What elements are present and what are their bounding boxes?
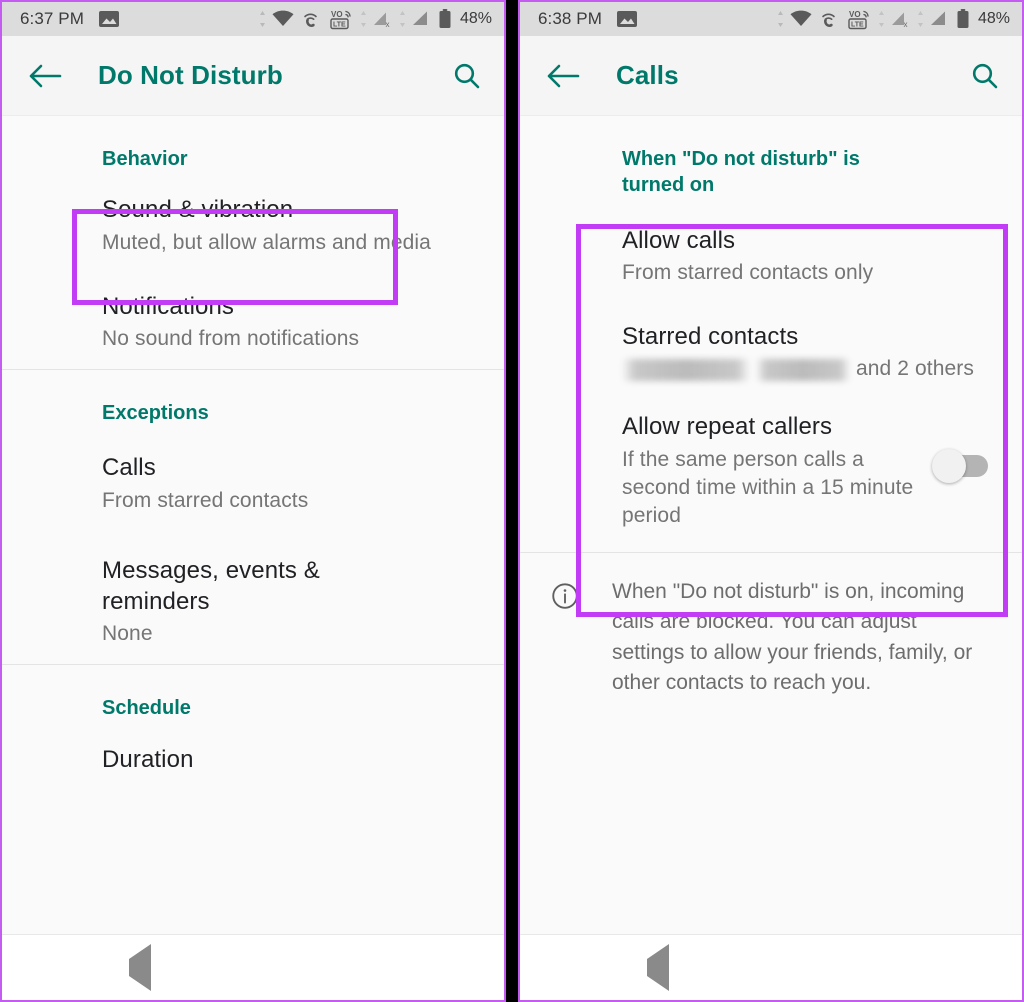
data-transfer-arrows-icon-3 — [399, 9, 406, 29]
row-title: Notifications — [102, 292, 235, 320]
status-bar: 6:38 PM VO LTE x 48% — [520, 2, 1022, 36]
app-bar: Calls — [520, 36, 1022, 116]
system-nav-bar — [520, 934, 1022, 1000]
signal-bars-icon — [929, 9, 951, 29]
toggle-thumb — [932, 449, 966, 484]
page-title: Calls — [616, 60, 679, 90]
status-time: 6:37 PM — [20, 9, 85, 28]
row-title: Calls — [102, 454, 156, 482]
row-title: Sound & vibration — [102, 196, 294, 224]
battery-icon — [438, 8, 452, 30]
data-transfer-arrows-icon — [259, 9, 266, 29]
section-header-exceptions: Exceptions — [102, 402, 209, 425]
volte-icon: VO LTE — [847, 8, 873, 30]
row-subtitle: Muted, but allow alarms and media — [102, 230, 431, 254]
data-transfer-arrows-icon-2 — [878, 9, 885, 29]
battery-percent: 48% — [459, 10, 492, 27]
system-nav-bar — [2, 934, 504, 1000]
row-subtitle: From starred contacts — [102, 488, 309, 512]
data-transfer-arrows-icon-3 — [917, 9, 924, 29]
row-subtitle-suffix: and 2 others — [856, 357, 974, 381]
data-transfer-arrows-icon-2 — [360, 9, 367, 29]
volte-icon: VO LTE — [329, 8, 355, 30]
signal-no-sim-icon: x — [372, 9, 394, 29]
row-messages-events-reminders[interactable]: Messages, events & reminders None — [2, 537, 504, 665]
status-system-icons: VO LTE x 48% — [259, 8, 492, 30]
row-notifications[interactable]: Notifications No sound from notification… — [2, 273, 504, 369]
row-title: Messages, events & reminders — [102, 556, 320, 615]
status-system-icons: VO LTE x 48% — [777, 8, 1010, 30]
info-icon — [550, 581, 580, 699]
row-title: Allow repeat callers — [622, 413, 833, 441]
row-subtitle: No sound from notifications — [102, 326, 360, 350]
screenshot-stage: 6:37 PM VO LTE x 48% Do Not Disturb Beha… — [0, 0, 1024, 1002]
wifi-icon — [789, 9, 813, 29]
app-bar: Do Not Disturb — [2, 36, 504, 116]
arrow-back-icon[interactable] — [546, 62, 580, 90]
allow-repeat-callers-toggle[interactable] — [932, 449, 988, 484]
phone-screen-calls: 6:38 PM VO LTE x 48% Calls When "Do not … — [518, 0, 1024, 1002]
search-icon[interactable] — [970, 61, 1000, 91]
row-title: Duration — [102, 745, 194, 773]
redacted-contact-name-1 — [622, 358, 750, 381]
row-starred-contacts[interactable]: Starred contacts and 2 others — [520, 305, 1022, 397]
svg-text:x: x — [385, 20, 389, 29]
wifi-calling-icon — [300, 9, 324, 29]
status-time: 6:38 PM — [538, 9, 603, 28]
wifi-icon — [271, 9, 295, 29]
info-text: When "Do not disturb" is on, incoming ca… — [612, 579, 973, 695]
calls-settings-list[interactable]: When "Do not disturb" is turned on Allow… — [520, 116, 1022, 934]
row-subtitle-redacted: and 2 others — [622, 355, 988, 383]
row-title: Starred contacts — [622, 323, 799, 351]
status-notification-icons — [98, 10, 120, 28]
row-sound-and-vibration[interactable]: Sound & vibration Muted, but allow alarm… — [2, 176, 504, 272]
search-icon[interactable] — [452, 61, 482, 91]
battery-icon — [956, 8, 970, 30]
row-calls[interactable]: Calls From starred contacts — [2, 430, 504, 536]
data-transfer-arrows-icon — [777, 9, 784, 29]
svg-text:VO: VO — [331, 10, 343, 19]
section-behavior: Behavior Sound & vibration Muted, but al… — [2, 116, 504, 369]
row-allow-calls[interactable]: Allow calls From starred contacts only — [520, 203, 1022, 305]
row-subtitle: From starred contacts only — [622, 260, 874, 284]
status-bar: 6:37 PM VO LTE x 48% — [2, 2, 504, 36]
section-header-when-dnd-on: When "Do not disturb" is turned on — [622, 148, 860, 197]
redacted-contact-name-2 — [756, 358, 850, 381]
section-schedule: Schedule Duration — [2, 665, 504, 791]
svg-text:VO: VO — [849, 10, 861, 19]
signal-no-sim-icon: x — [890, 9, 912, 29]
row-allow-repeat-callers[interactable]: Allow repeat callers If the same person … — [520, 397, 1022, 552]
phone-screen-do-not-disturb: 6:37 PM VO LTE x 48% Do Not Disturb Beha… — [0, 0, 506, 1002]
arrow-back-icon[interactable] — [28, 62, 62, 90]
image-icon — [98, 10, 120, 28]
section-header-schedule: Schedule — [102, 697, 191, 720]
info-footnote: When "Do not disturb" is on, incoming ca… — [520, 553, 1022, 719]
svg-text:x: x — [903, 20, 907, 29]
svg-text:LTE: LTE — [333, 22, 346, 29]
page-title: Do Not Disturb — [98, 60, 283, 90]
section-header-behavior: Behavior — [102, 148, 188, 170]
signal-bars-icon — [411, 9, 433, 29]
section-exceptions: Exceptions Calls From starred contacts M… — [2, 370, 504, 664]
row-title: Allow calls — [622, 226, 736, 254]
row-subtitle: If the same person calls a second time w… — [622, 447, 914, 527]
image-icon — [616, 10, 638, 28]
settings-list[interactable]: Behavior Sound & vibration Muted, but al… — [2, 116, 504, 934]
wifi-calling-icon — [818, 9, 842, 29]
row-duration[interactable]: Duration — [2, 726, 504, 791]
status-notification-icons — [616, 10, 638, 28]
row-subtitle: None — [102, 622, 153, 646]
svg-text:LTE: LTE — [851, 22, 864, 29]
battery-percent: 48% — [977, 10, 1010, 27]
